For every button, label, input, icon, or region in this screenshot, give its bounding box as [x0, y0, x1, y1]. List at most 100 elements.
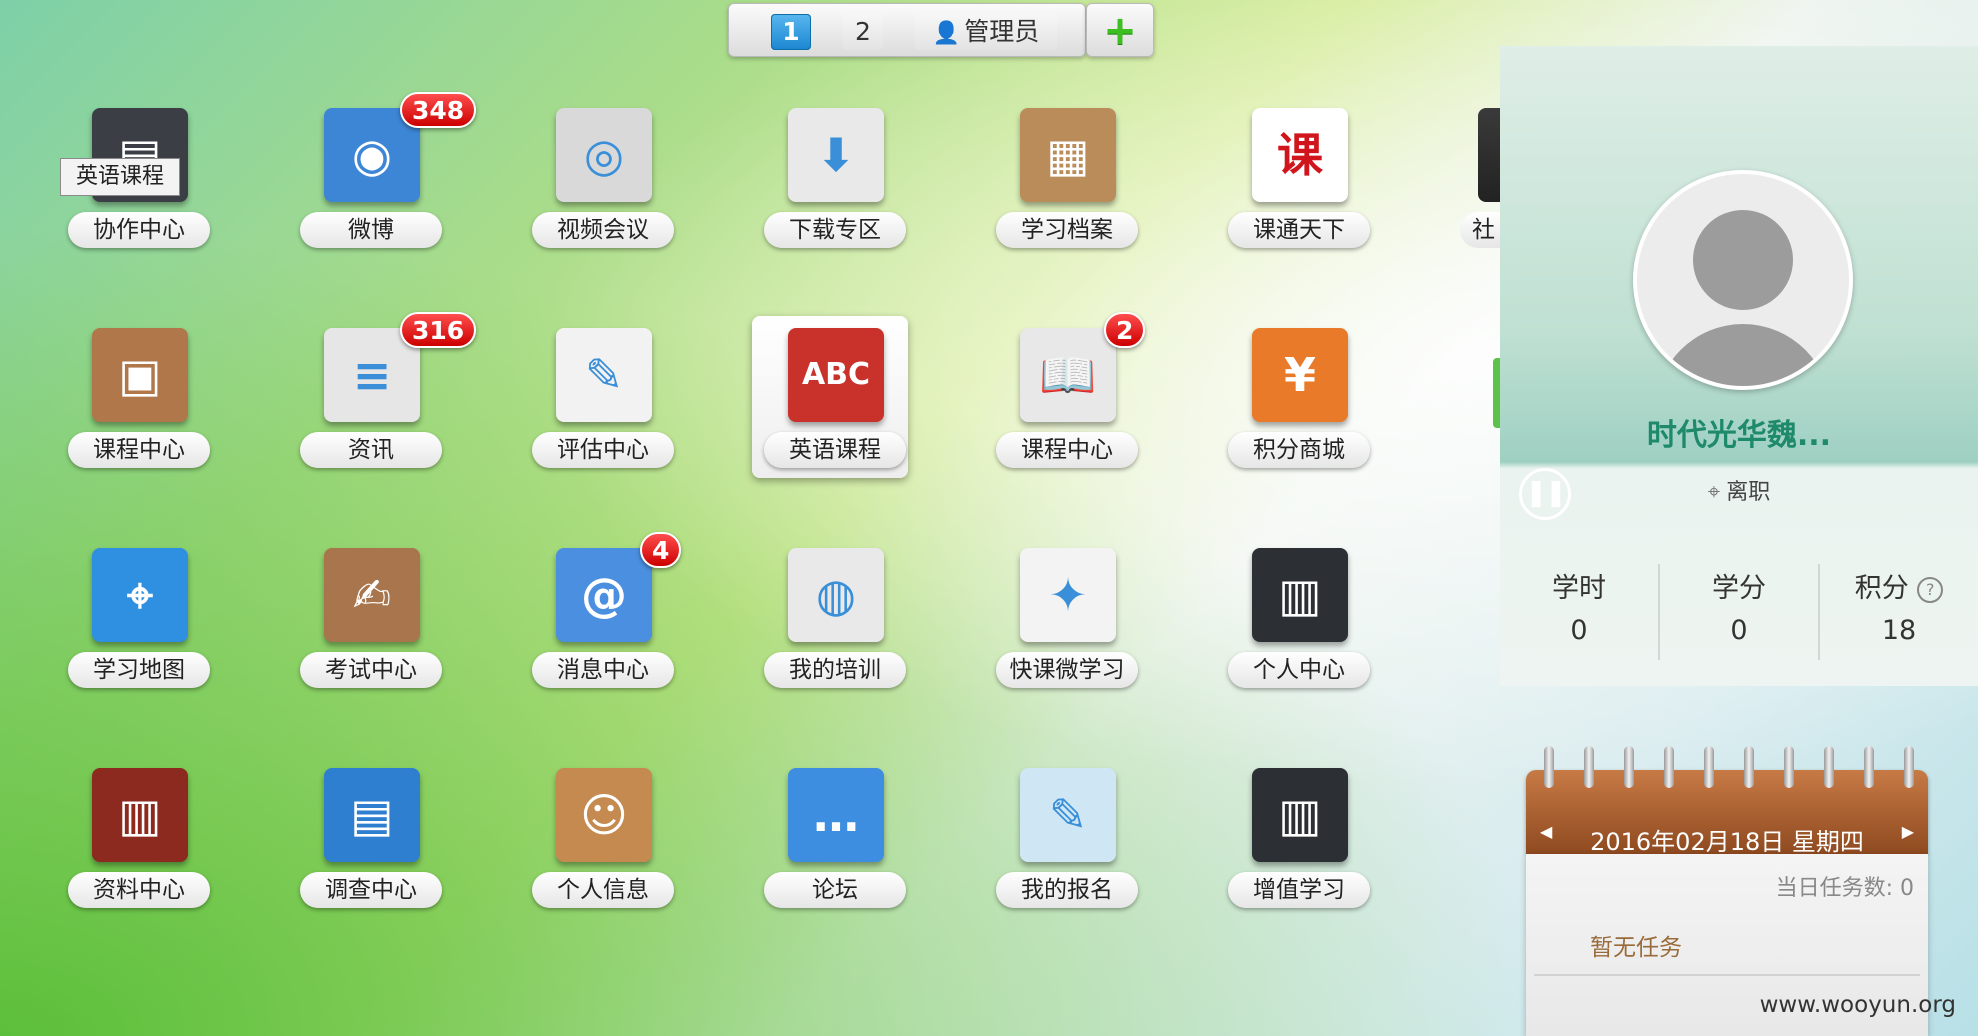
app-label[interactable]: 个人中心 [1228, 652, 1370, 688]
app-label[interactable]: 调查中心 [300, 872, 442, 908]
avatar-body [1655, 324, 1831, 386]
watermark: www.wooyun.org [1759, 992, 1956, 1018]
icon-glyph: ▥ [118, 788, 162, 842]
page-2-button[interactable]: 2 [843, 14, 883, 50]
folder-icon[interactable]: ▥ [1252, 548, 1348, 642]
binder-ring [1864, 746, 1874, 788]
app-map[interactable]: ⌖ 学习地图 [48, 548, 218, 698]
runner-icon[interactable]: ✦ [1020, 548, 1116, 642]
folder-icon[interactable]: ▥ [1252, 768, 1348, 862]
icon-glyph: ✎ [584, 348, 624, 402]
app-news[interactable]: ≡ 资讯 316 [280, 312, 477, 478]
notification-badge: 348 [400, 92, 477, 128]
icon-glyph: 📖 [1039, 348, 1097, 402]
add-page-button[interactable]: + [1086, 3, 1154, 57]
ke-icon[interactable]: 课 [1252, 108, 1348, 202]
binder-ring [1584, 746, 1594, 788]
app-contacts[interactable]: ☺ 个人信息 [512, 768, 682, 918]
edit-icon[interactable]: ✎ [556, 328, 652, 422]
app-webcam[interactable]: ◎ 视频会议 [512, 108, 682, 258]
exam-icon[interactable]: ✍ [324, 548, 420, 642]
app-runner[interactable]: ✦ 快课微学习 [976, 548, 1146, 698]
app-edit[interactable]: ✎ 评估中心 [512, 328, 682, 478]
app-label[interactable]: 学习档案 [996, 212, 1138, 248]
app-signup[interactable]: ✎ 我的报名 [976, 768, 1146, 918]
icon-glyph: … [813, 788, 859, 842]
profile-name[interactable]: 时代光华魏... [1500, 410, 1978, 454]
signup-icon[interactable]: ✎ [1020, 768, 1116, 862]
page-1-button[interactable]: 1 [771, 14, 811, 50]
app-label[interactable]: 消息中心 [532, 652, 674, 688]
app-label[interactable]: 我的报名 [996, 872, 1138, 908]
mail-icon[interactable]: @ [556, 548, 652, 642]
files-icon[interactable]: ▦ [1020, 108, 1116, 202]
partial-app-label[interactable]: 社 [1460, 212, 1500, 248]
app-media[interactable]: ▣ 课程中心 [48, 328, 218, 478]
admin-button[interactable]: 👤 管理员 [915, 14, 1057, 50]
app-chat[interactable]: … 论坛 [744, 768, 914, 918]
app-clipboard[interactable]: ▤ 调查中心 [280, 768, 450, 918]
icon-glyph: ▤ [350, 788, 394, 842]
chat-icon[interactable]: … [788, 768, 884, 862]
app-label[interactable]: 视频会议 [532, 212, 674, 248]
app-label[interactable]: 积分商城 [1228, 432, 1370, 468]
app-weibo[interactable]: ◉ 微博 348 [280, 92, 477, 258]
app-label[interactable]: 考试中心 [300, 652, 442, 688]
no-task-text: 暂无任务 [1590, 935, 1682, 961]
app-folder[interactable]: ▥ 个人中心 [1208, 548, 1378, 698]
contacts-icon[interactable]: ☺ [556, 768, 652, 862]
clipboard-icon[interactable]: ▤ [324, 768, 420, 862]
app-label[interactable]: 评估中心 [532, 432, 674, 468]
app-label[interactable]: 我的培训 [764, 652, 906, 688]
app-label[interactable]: 快课微学习 [996, 652, 1138, 688]
app-exam[interactable]: ✍ 考试中心 [280, 548, 450, 698]
app-label[interactable]: 课通天下 [1228, 212, 1370, 248]
help-icon[interactable]: ? [1917, 576, 1944, 603]
app-library[interactable]: ▥ 资料中心 [48, 768, 218, 918]
app-label[interactable]: 资料中心 [68, 872, 210, 908]
training-icon[interactable]: ◍ [788, 548, 884, 642]
app-label[interactable]: 学习地图 [68, 652, 210, 688]
stat-hours: 学时 0 [1500, 566, 1658, 646]
icon-glyph: ▥ [1278, 568, 1322, 622]
app-book[interactable]: 📖 课程中心 2 [976, 312, 1146, 478]
media-icon[interactable]: ▣ [92, 328, 188, 422]
webcam-icon[interactable]: ◎ [556, 108, 652, 202]
icon-glyph: 课 [1277, 128, 1323, 182]
app-label[interactable]: 增值学习 [1228, 872, 1370, 908]
icon-glyph: ✍ [352, 568, 392, 622]
app-label[interactable]: 协作中心 [68, 212, 210, 248]
book-icon[interactable]: 📖 [1020, 328, 1116, 422]
task-count: 当日任务数: 0 [1775, 876, 1914, 901]
stat-label: 积分 [1854, 573, 1909, 604]
binder-ring [1624, 746, 1634, 788]
app-label[interactable]: 个人信息 [532, 872, 674, 908]
app-training[interactable]: ◍ 我的培训 [744, 548, 914, 698]
next-day-icon[interactable]: ▶ [1902, 822, 1914, 841]
abc-icon[interactable]: ABC [788, 328, 884, 422]
app-mail[interactable]: @ 消息中心 4 [512, 532, 682, 698]
app-abc[interactable]: ABC 英语课程 [744, 328, 914, 478]
app-download[interactable]: ⬇ 下载专区 [744, 108, 914, 258]
map-icon[interactable]: ⌖ [92, 548, 188, 642]
stat-label-row: 积分 ? [1820, 566, 1978, 605]
icon-glyph: ◍ [815, 568, 857, 622]
library-icon[interactable]: ▥ [92, 768, 188, 862]
download-icon[interactable]: ⬇ [788, 108, 884, 202]
app-label[interactable]: 资讯 [300, 432, 442, 468]
app-label[interactable]: 论坛 [764, 872, 906, 908]
partial-app-icon[interactable] [1478, 108, 1502, 202]
app-folder[interactable]: ▥ 增值学习 [1208, 768, 1378, 918]
yen-icon[interactable]: ¥ [1252, 328, 1348, 422]
app-label[interactable]: 微博 [300, 212, 442, 248]
app-label[interactable]: 英语课程 [764, 432, 906, 468]
avatar-head [1693, 210, 1793, 310]
app-ke[interactable]: 课课通天下 [1208, 108, 1378, 258]
binder-ring [1544, 746, 1554, 788]
avatar[interactable] [1633, 170, 1853, 390]
app-label[interactable]: 课程中心 [996, 432, 1138, 468]
app-yen[interactable]: ¥ 积分商城 [1208, 328, 1378, 478]
app-files[interactable]: ▦ 学习档案 [976, 108, 1146, 258]
app-label[interactable]: 下载专区 [764, 212, 906, 248]
app-label[interactable]: 课程中心 [68, 432, 210, 468]
